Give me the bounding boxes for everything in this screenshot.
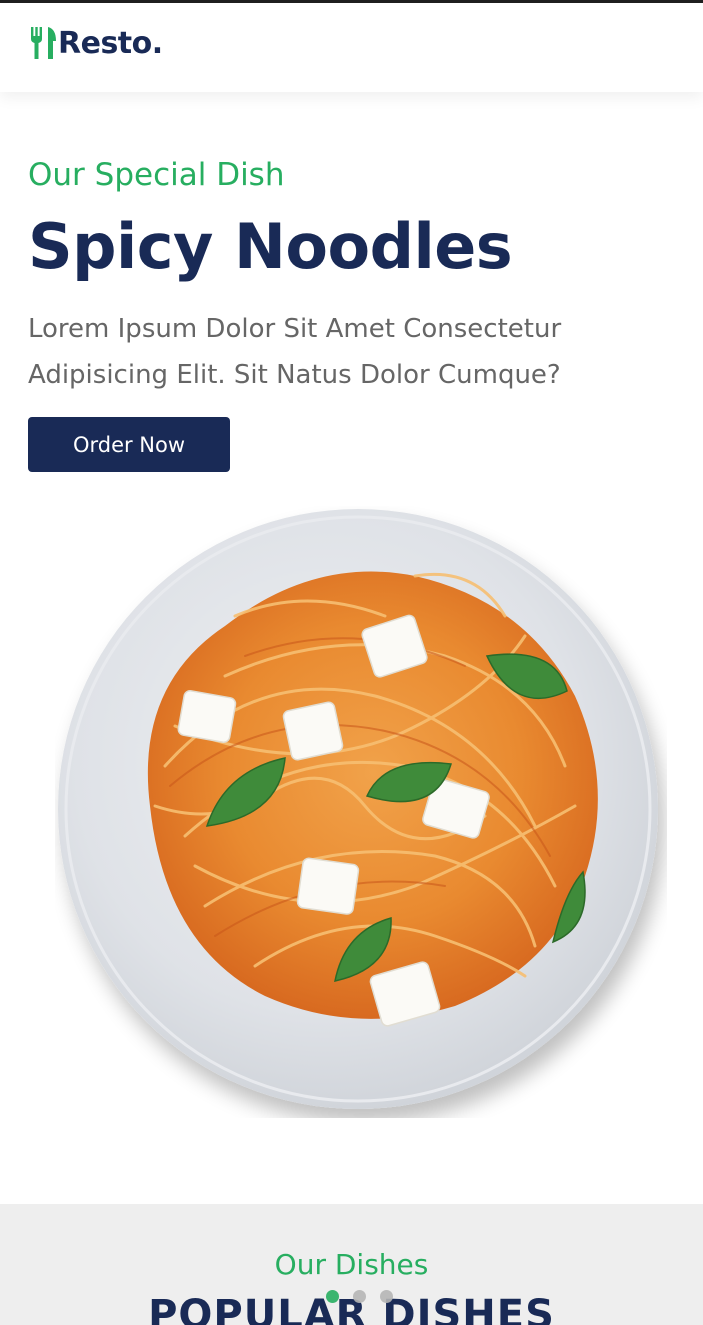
logo-text: Resto. (58, 25, 163, 61)
carousel-dot-1[interactable] (326, 1290, 339, 1303)
site-header: Resto. (0, 0, 703, 92)
carousel-dot-2[interactable] (353, 1290, 366, 1303)
logo-link[interactable]: Resto. (28, 25, 163, 61)
carousel-dots (326, 1290, 393, 1303)
dishes-subtitle: Our Dishes (274, 1248, 429, 1281)
spaghetti-plate-image (58, 509, 658, 1109)
utensils-icon (31, 27, 56, 59)
dishes-section: Our Dishes POPULAR DISHES (0, 1204, 703, 1325)
hero-title: Spicy Noodles (28, 210, 513, 283)
hero-subtitle: Our Special Dish (28, 157, 285, 193)
hero-description: Lorem Ipsum Dolor Sit Amet Consectetur A… (28, 314, 562, 390)
order-now-button[interactable]: Order Now (28, 417, 230, 472)
carousel-dot-3[interactable] (380, 1290, 393, 1303)
